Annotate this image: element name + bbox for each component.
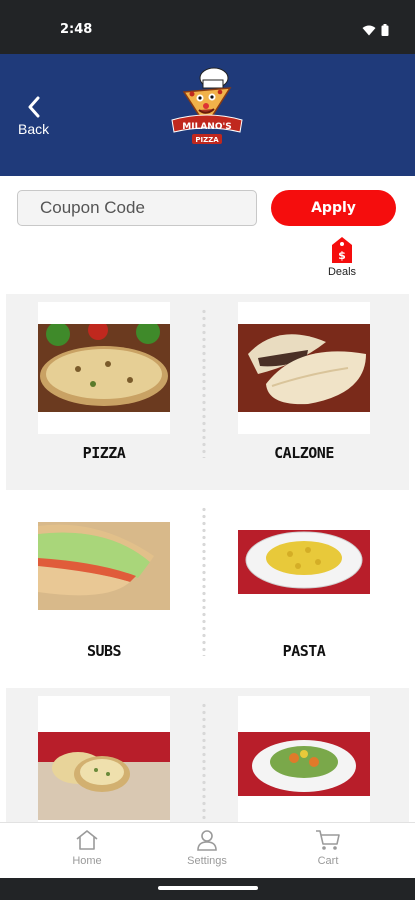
garlic-bread-image bbox=[38, 696, 170, 824]
subs-image bbox=[38, 500, 170, 632]
user-icon bbox=[197, 830, 217, 851]
category-row bbox=[6, 688, 409, 824]
battery-icon bbox=[381, 24, 389, 36]
category-label: PIZZA bbox=[82, 444, 126, 462]
milanos-pizza-logo: MILANO'S PIZZA bbox=[171, 67, 243, 144]
tab-home-label: Home bbox=[72, 855, 102, 867]
home-icon bbox=[76, 830, 98, 850]
status-time: 2:48 bbox=[60, 22, 93, 37]
coupon-code-input[interactable] bbox=[17, 190, 257, 226]
category-row: SUBS PASTA bbox=[6, 492, 409, 688]
home-indicator[interactable] bbox=[158, 886, 258, 890]
pasta-image bbox=[238, 500, 370, 632]
deals-button[interactable]: $ Deals bbox=[322, 236, 362, 278]
tab-home[interactable]: Home bbox=[42, 829, 132, 867]
tab-settings-label: Settings bbox=[187, 855, 227, 867]
category-garlic-bread[interactable] bbox=[38, 696, 170, 824]
divider bbox=[201, 308, 207, 458]
divider bbox=[201, 702, 207, 824]
wifi-icon bbox=[362, 25, 376, 35]
tab-cart[interactable]: Cart bbox=[283, 829, 373, 867]
category-subs[interactable]: SUBS bbox=[38, 500, 170, 680]
category-pizza[interactable]: PIZZA bbox=[38, 302, 170, 482]
deals-label: Deals bbox=[327, 266, 357, 278]
logo-text: MILANO'S bbox=[182, 122, 231, 132]
back-button[interactable]: Back bbox=[18, 96, 49, 139]
category-label: PASTA bbox=[282, 642, 326, 660]
price-tag-icon: $ bbox=[332, 237, 352, 263]
category-vegetable-dish[interactable] bbox=[238, 696, 370, 824]
category-label: CALZONE bbox=[274, 444, 334, 462]
tab-settings[interactable]: Settings bbox=[162, 829, 252, 867]
logo-subtext: PIZZA bbox=[195, 136, 219, 144]
apply-button[interactable]: Apply bbox=[271, 190, 396, 226]
bottom-tab-bar: Home Settings Cart bbox=[0, 822, 415, 878]
app-header: Back MILANO'S PIZZA bbox=[0, 54, 415, 176]
category-label: SUBS bbox=[86, 642, 122, 660]
category-grid: PIZZA CALZONE SUBS PASTA bbox=[6, 294, 409, 824]
pizza-image bbox=[38, 302, 170, 434]
divider bbox=[201, 506, 207, 656]
system-nav-bar bbox=[0, 878, 415, 900]
cart-icon bbox=[316, 830, 340, 850]
calzone-image bbox=[238, 302, 370, 434]
tab-cart-label: Cart bbox=[317, 855, 339, 867]
svg-text:$: $ bbox=[338, 249, 346, 262]
chevron-left-icon bbox=[28, 96, 40, 118]
back-label: Back bbox=[18, 121, 50, 137]
vegetable-dish-image bbox=[238, 696, 370, 824]
status-bar: 2:48 bbox=[0, 0, 415, 54]
category-row: PIZZA CALZONE bbox=[6, 294, 409, 490]
category-calzone[interactable]: CALZONE bbox=[238, 302, 370, 482]
status-icons bbox=[362, 24, 389, 36]
category-pasta[interactable]: PASTA bbox=[238, 500, 370, 680]
